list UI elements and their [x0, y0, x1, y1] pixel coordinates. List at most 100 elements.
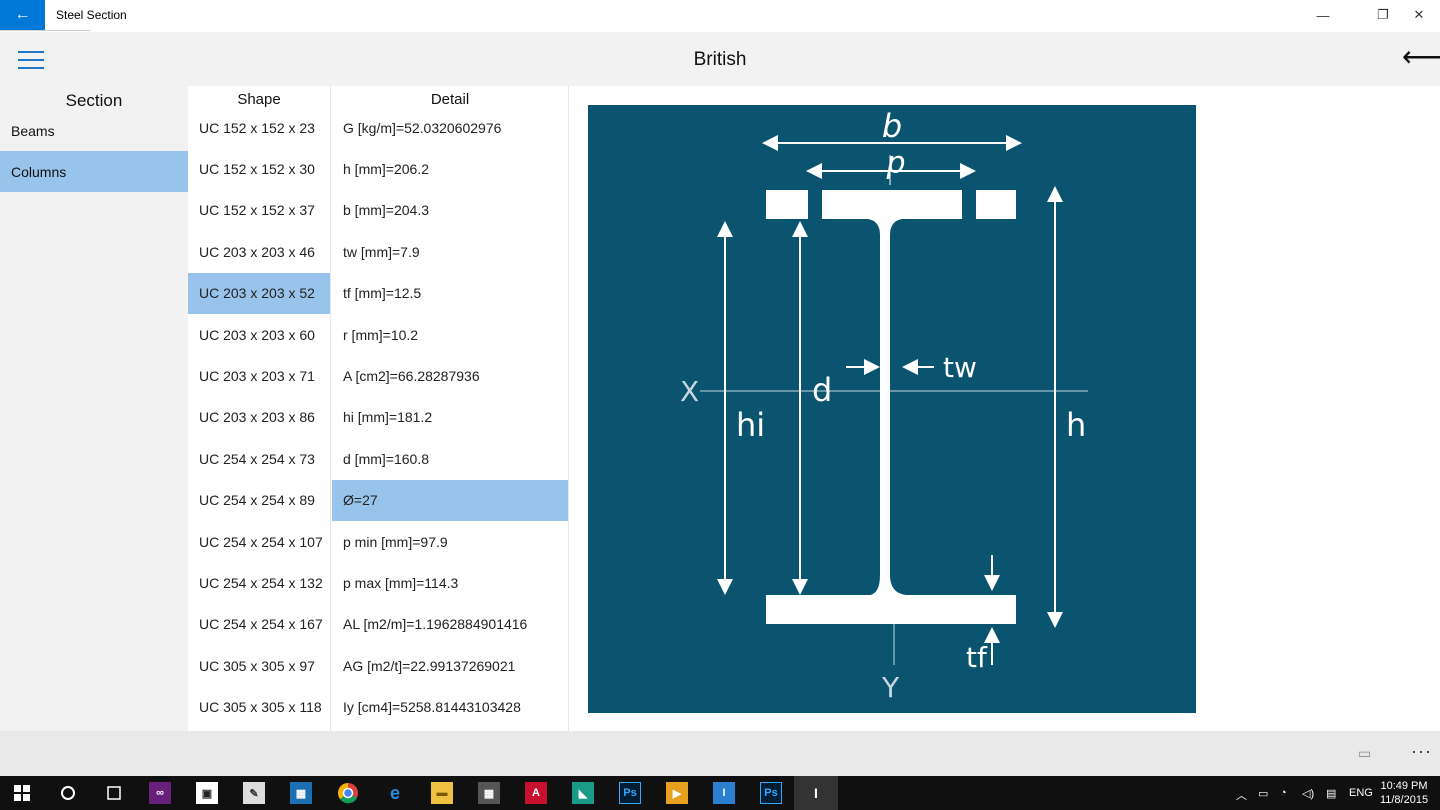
file-explorer-icon[interactable]: ▬: [428, 779, 456, 807]
wifi-icon[interactable]: ◔: [1280, 787, 1287, 799]
app-icon[interactable]: ▦: [287, 779, 315, 807]
close-button[interactable]: ✕: [1396, 0, 1440, 30]
show-hidden-icons-icon[interactable]: ︿: [1236, 787, 1247, 803]
clock[interactable]: 10:49 PM 11/8/2015: [1374, 779, 1434, 807]
list-item-label: UC 305 x 305 x 118: [199, 699, 322, 716]
language-indicator[interactable]: ENG: [1349, 787, 1373, 799]
list-item[interactable]: hi [mm]=181.2: [332, 397, 568, 438]
minimize-icon: —: [1316, 7, 1330, 23]
battery-icon[interactable]: ▭: [1258, 787, 1268, 800]
list-item-label: G [kg/m]=52.0320602976: [343, 119, 502, 136]
clock-time: 10:49 PM: [1380, 780, 1428, 792]
list-item[interactable]: UC 203 x 203 x 71: [188, 355, 330, 396]
restore-icon: ❐: [1377, 7, 1389, 22]
list-item-label: UC 152 x 152 x 23: [199, 119, 315, 136]
label-hi: hi: [736, 406, 765, 444]
list-item[interactable]: Iy [cm4]=5258.81443103428: [332, 687, 568, 728]
list-item[interactable]: h [mm]=206.2: [332, 148, 568, 189]
list-item-label: p max [mm]=114.3: [343, 575, 459, 592]
paint-icon[interactable]: ✎: [240, 779, 268, 807]
windows-start-icon[interactable]: [8, 779, 36, 807]
list-item-label: UC 203 x 203 x 86: [199, 409, 315, 426]
list-item[interactable]: UC 203 x 203 x 52: [188, 272, 330, 314]
visual-studio-icon[interactable]: ∞: [146, 779, 174, 807]
label-x: X: [680, 375, 699, 408]
list-item-label: r [mm]=10.2: [343, 326, 419, 343]
detail-list: Detail G [kg/m]=52.0320602976 h [mm]=206.…: [332, 86, 569, 731]
steel-section-icon[interactable]: I: [802, 779, 830, 807]
list-item[interactable]: UC 254 x 254 x 73: [188, 438, 330, 479]
list-item[interactable]: tf [mm]=12.5: [332, 273, 568, 314]
window-back-button[interactable]: ←: [0, 0, 45, 30]
calculator-icon[interactable]: ▦: [475, 779, 503, 807]
list-item[interactable]: d [mm]=160.8: [332, 438, 568, 479]
list-item-label: UC 203 x 203 x 46: [199, 243, 315, 260]
list-item-label: tw [mm]=7.9: [343, 243, 420, 260]
photoshop-icon[interactable]: Ps: [616, 779, 644, 807]
list-item-label: AL [m2/m]=1.1962884901416: [343, 616, 528, 633]
list-item[interactable]: p min [mm]=97.9: [332, 521, 568, 562]
i-beam-diagram: b p tw X d hi h tf Y: [588, 105, 1196, 713]
list-item[interactable]: tw [mm]=7.9: [332, 231, 568, 272]
list-item[interactable]: Ø=27: [332, 479, 568, 521]
list-item[interactable]: UC 305 x 305 x 118: [188, 687, 330, 728]
nav-item-beams[interactable]: Beams: [0, 110, 188, 151]
list-item-label: p min [mm]=97.9: [343, 533, 448, 550]
title-bar: ← Steel Section — ❐ ✕: [0, 0, 1440, 32]
detail-heading: Detail: [430, 91, 470, 108]
list-item[interactable]: G [kg/m]=52.0320602976: [332, 107, 568, 148]
list-item[interactable]: UC 254 x 254 x 132: [188, 562, 330, 603]
list-item[interactable]: UC 203 x 203 x 46: [188, 231, 330, 272]
list-item-label: tf [mm]=12.5: [343, 285, 422, 302]
bolt-hole-right: [962, 190, 976, 219]
clock-date: 11/8/2015: [1379, 794, 1429, 806]
list-item-label: Ø=27: [343, 492, 378, 509]
cortana-icon[interactable]: [54, 779, 82, 807]
list-item-label: b [mm]=204.3: [343, 202, 429, 219]
list-item[interactable]: AG [m2/t]=22.99137269021: [332, 645, 568, 686]
list-item-label: UC 254 x 254 x 132: [199, 575, 323, 592]
edge-icon[interactable]: e: [381, 779, 409, 807]
label-y: Y: [881, 671, 900, 704]
label-p: p: [885, 146, 905, 181]
media-player-icon[interactable]: ▶: [663, 779, 691, 807]
list-item-label: UC 254 x 254 x 167: [199, 616, 323, 633]
window-title: Steel Section: [56, 8, 127, 22]
list-item-label: UC 254 x 254 x 89: [199, 492, 315, 509]
list-item[interactable]: UC 152 x 152 x 23: [188, 107, 330, 148]
task-view-icon[interactable]: [100, 779, 128, 807]
app-icon-3[interactable]: I: [710, 779, 738, 807]
list-item[interactable]: r [mm]=10.2: [332, 314, 568, 355]
back-arrow-icon: ←: [14, 6, 31, 23]
list-item[interactable]: AL [m2/m]=1.1962884901416: [332, 604, 568, 645]
message-icon[interactable]: ▤: [1326, 787, 1336, 800]
store-icon[interactable]: ▣: [193, 779, 221, 807]
list-item[interactable]: p max [mm]=114.3: [332, 562, 568, 603]
list-item[interactable]: UC 254 x 254 x 167: [188, 604, 330, 645]
more-options-icon[interactable]: ···: [1411, 741, 1432, 762]
chrome-icon[interactable]: [334, 779, 362, 807]
list-item[interactable]: A [cm2]=66.28287936: [332, 355, 568, 396]
list-item[interactable]: UC 254 x 254 x 107: [188, 521, 330, 562]
minimize-button[interactable]: —: [1300, 0, 1346, 30]
list-item[interactable]: UC 254 x 254 x 89: [188, 480, 330, 521]
list-item-label: hi [mm]=181.2: [343, 409, 433, 426]
app-icon-2[interactable]: ◣: [569, 779, 597, 807]
nav-item-columns[interactable]: Columns: [0, 151, 188, 192]
label-b: b: [882, 107, 902, 145]
label-h: h: [1066, 406, 1086, 444]
save-icon[interactable]: ▭: [1358, 745, 1371, 762]
autocad-icon[interactable]: A: [522, 779, 550, 807]
list-item[interactable]: UC 152 x 152 x 37: [188, 190, 330, 231]
back-arrow-icon[interactable]: ⟵: [1402, 42, 1440, 76]
list-item-label: UC 152 x 152 x 37: [199, 202, 315, 219]
list-item[interactable]: UC 305 x 305 x 97: [188, 645, 330, 686]
section-nav: Section Beams Columns: [0, 86, 188, 731]
photoshop-icon-2[interactable]: Ps: [757, 779, 785, 807]
list-item[interactable]: b [mm]=204.3: [332, 190, 568, 231]
list-item[interactable]: UC 203 x 203 x 86: [188, 397, 330, 438]
list-item[interactable]: UC 203 x 203 x 60: [188, 314, 330, 355]
list-item[interactable]: UC 152 x 152 x 30: [188, 148, 330, 189]
volume-icon[interactable]: ◁): [1302, 787, 1314, 800]
list-item-label: Iy [cm4]=5258.81443103428: [343, 699, 521, 716]
